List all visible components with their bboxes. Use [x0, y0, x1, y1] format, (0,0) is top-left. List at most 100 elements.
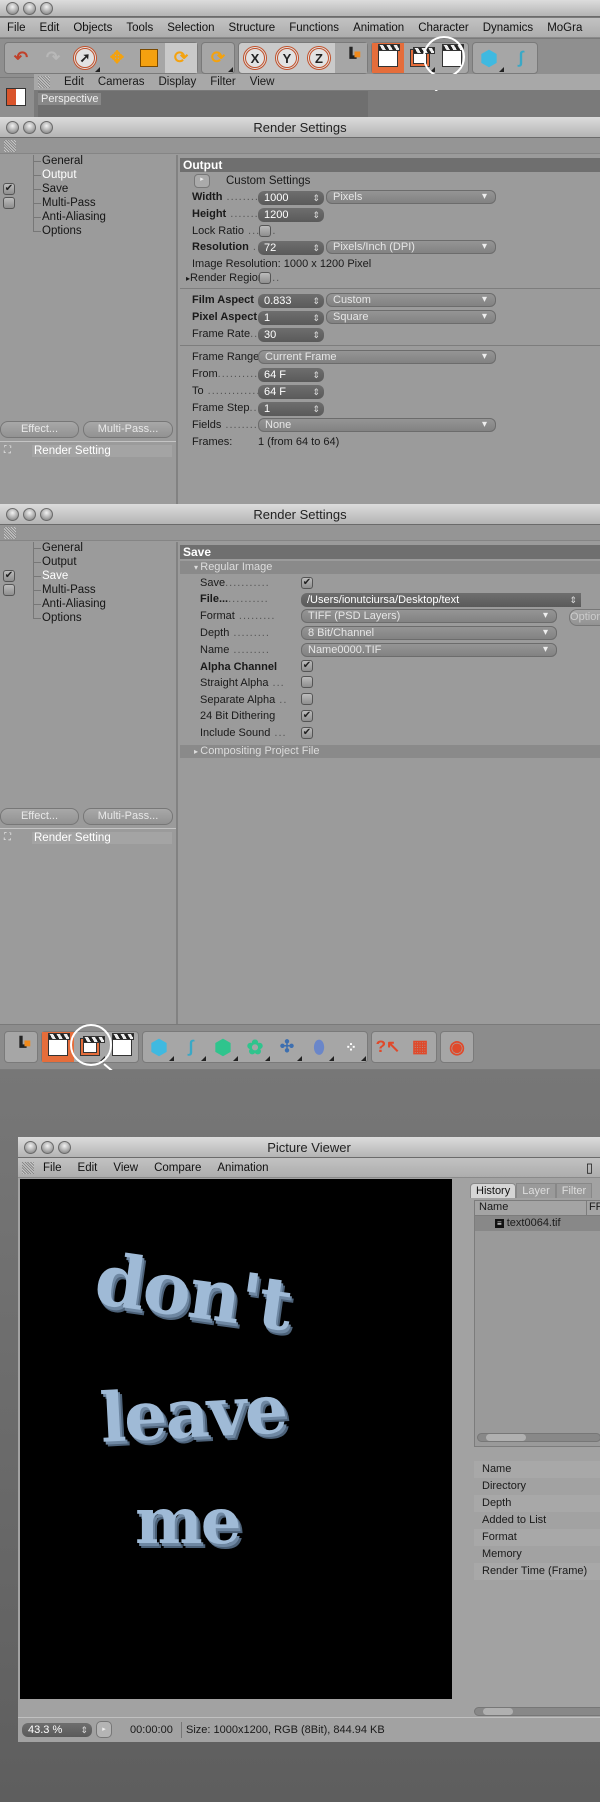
grip-icon[interactable]: [4, 140, 16, 152]
resolution-unit-dropdown[interactable]: Pixels/Inch (DPI): [326, 240, 496, 254]
multipass-enable-checkbox[interactable]: [3, 197, 15, 209]
menu-functions[interactable]: Functions: [282, 22, 346, 34]
file-path-input[interactable]: /Users/ionutciursa/Desktop/text: [301, 593, 581, 607]
width-input[interactable]: 1000: [258, 191, 324, 205]
frame-rate-input[interactable]: 30: [258, 328, 324, 342]
regular-image-header[interactable]: ▾ Regular Image: [180, 561, 600, 574]
viewport-menu-display[interactable]: Display: [158, 76, 196, 88]
tree-item-general[interactable]: General: [42, 542, 83, 554]
play-button[interactable]: ▸: [96, 1721, 112, 1738]
history-item[interactable]: ≡ text0064.tif: [475, 1216, 600, 1231]
lock-ratio-checkbox[interactable]: [259, 225, 271, 237]
tree-item-general[interactable]: General: [42, 155, 83, 167]
pixel-aspect-dropdown[interactable]: Square: [326, 310, 496, 324]
render-setting-item[interactable]: Render Setting: [32, 445, 172, 457]
help-table-icon[interactable]: ▦: [404, 1032, 436, 1062]
multipass-enable-checkbox[interactable]: [3, 584, 15, 596]
custom-settings-button[interactable]: ▸: [194, 174, 210, 188]
menu-file[interactable]: File: [0, 22, 33, 34]
render-setting-item[interactable]: Render Setting: [32, 832, 172, 844]
resolution-input[interactable]: 72: [258, 241, 324, 255]
effect-button[interactable]: Effect...: [0, 421, 79, 438]
viewport-menu-edit[interactable]: Edit: [64, 76, 84, 88]
undo-icon[interactable]: ↶: [5, 43, 37, 73]
pixel-aspect-input[interactable]: 1: [258, 311, 324, 325]
film-aspect-input[interactable]: 0.833: [258, 294, 324, 308]
save-enable-checkbox[interactable]: ✔: [3, 570, 15, 582]
width-unit-dropdown[interactable]: Pixels: [326, 190, 496, 204]
name-dropdown[interactable]: Name0000.TIF: [301, 643, 557, 657]
web-globe-icon[interactable]: ◉: [441, 1032, 473, 1062]
grip-icon[interactable]: [38, 76, 50, 88]
viewport-menu-view[interactable]: View: [250, 76, 275, 88]
menu-selection[interactable]: Selection: [160, 22, 221, 34]
render-region-checkbox[interactable]: [259, 272, 271, 284]
tree-item-output[interactable]: Output: [42, 169, 77, 181]
viewport-menu-filter[interactable]: Filter: [210, 76, 236, 88]
tree-item-save[interactable]: Save: [42, 183, 68, 195]
spline-pen-icon[interactable]: ∫: [175, 1032, 207, 1062]
dithering-checkbox[interactable]: ✔: [301, 710, 313, 722]
menu-character[interactable]: Character: [411, 22, 476, 34]
layout-icon[interactable]: [6, 88, 26, 106]
viewport-menu-cameras[interactable]: Cameras: [98, 76, 145, 88]
scene-object-icon[interactable]: ⬮: [303, 1032, 335, 1062]
deformer-icon[interactable]: ✣: [271, 1032, 303, 1062]
zoom-level-input[interactable]: 43.3 %: [22, 1723, 92, 1737]
save-checkbox[interactable]: ✔: [301, 577, 313, 589]
render-view-icon[interactable]: [372, 43, 404, 73]
zoom-button[interactable]: [40, 2, 53, 15]
pv-menu-animation[interactable]: Animation: [210, 1162, 275, 1174]
tab-layer[interactable]: Layer: [516, 1183, 556, 1198]
rotate-icon[interactable]: ⟳: [165, 43, 197, 73]
frame-step-input[interactable]: 1: [258, 402, 324, 416]
array-icon[interactable]: ✿: [239, 1032, 271, 1062]
pv-menu-edit[interactable]: Edit: [71, 1162, 105, 1174]
tab-filter[interactable]: Filter: [555, 1183, 593, 1198]
include-sound-checkbox[interactable]: ✔: [301, 727, 313, 739]
move-icon[interactable]: ✥: [101, 43, 133, 73]
pv-menu-compare[interactable]: Compare: [147, 1162, 208, 1174]
live-selection-icon[interactable]: ➚: [69, 43, 101, 73]
fields-dropdown[interactable]: None: [258, 418, 496, 432]
nurbs-icon[interactable]: ⬢: [207, 1032, 239, 1062]
scale-icon[interactable]: [133, 43, 165, 73]
tree-item-options[interactable]: Options: [42, 612, 82, 624]
cube-icon[interactable]: ⬢: [473, 43, 505, 73]
tree-item-options[interactable]: Options: [42, 225, 82, 237]
minimize-button[interactable]: [23, 2, 36, 15]
tab-history[interactable]: History: [470, 1183, 517, 1198]
x-axis-lock-icon[interactable]: X: [239, 43, 271, 73]
alpha-channel-checkbox[interactable]: ✔: [301, 660, 313, 672]
particle-icon[interactable]: ⁘: [335, 1032, 367, 1062]
panel-toggle-icon[interactable]: ▯: [579, 1160, 600, 1176]
menu-dynamics[interactable]: Dynamics: [476, 22, 540, 34]
menu-edit[interactable]: Edit: [33, 22, 67, 34]
format-dropdown[interactable]: TIFF (PSD Layers): [301, 609, 557, 623]
grip-icon[interactable]: [22, 1161, 34, 1174]
close-button[interactable]: [6, 2, 19, 15]
cube-icon[interactable]: ⬢: [143, 1032, 175, 1062]
spline-pen-icon[interactable]: ∫: [505, 43, 537, 73]
film-aspect-dropdown[interactable]: Custom: [326, 293, 496, 307]
menu-animation[interactable]: Animation: [346, 22, 411, 34]
pv-menu-file[interactable]: File: [36, 1162, 69, 1174]
column-fp[interactable]: FP: [585, 1201, 600, 1215]
coordinate-system-icon[interactable]: ┗ ■: [335, 43, 367, 73]
coordinate-system-icon[interactable]: ┗ ■: [5, 1032, 37, 1062]
to-input[interactable]: 64 F: [258, 385, 324, 399]
tree-item-save[interactable]: Save: [42, 570, 68, 582]
history-scrollbar[interactable]: [477, 1433, 600, 1442]
multipass-button[interactable]: Multi-Pass...: [83, 808, 173, 825]
rotate-recent-icon[interactable]: ⟳: [202, 43, 234, 73]
viewport[interactable]: Perspective: [38, 91, 368, 117]
depth-dropdown[interactable]: 8 Bit/Channel: [301, 626, 557, 640]
format-options-button[interactable]: Options: [569, 609, 600, 626]
rendered-image[interactable]: don't leave me: [20, 1179, 452, 1699]
effect-button[interactable]: Effect...: [0, 808, 79, 825]
from-input[interactable]: 64 F: [258, 368, 324, 382]
menu-mograph[interactable]: MoGra: [540, 22, 589, 34]
multipass-button[interactable]: Multi-Pass...: [83, 421, 173, 438]
z-axis-lock-icon[interactable]: Z: [303, 43, 335, 73]
grip-icon[interactable]: [4, 527, 16, 539]
